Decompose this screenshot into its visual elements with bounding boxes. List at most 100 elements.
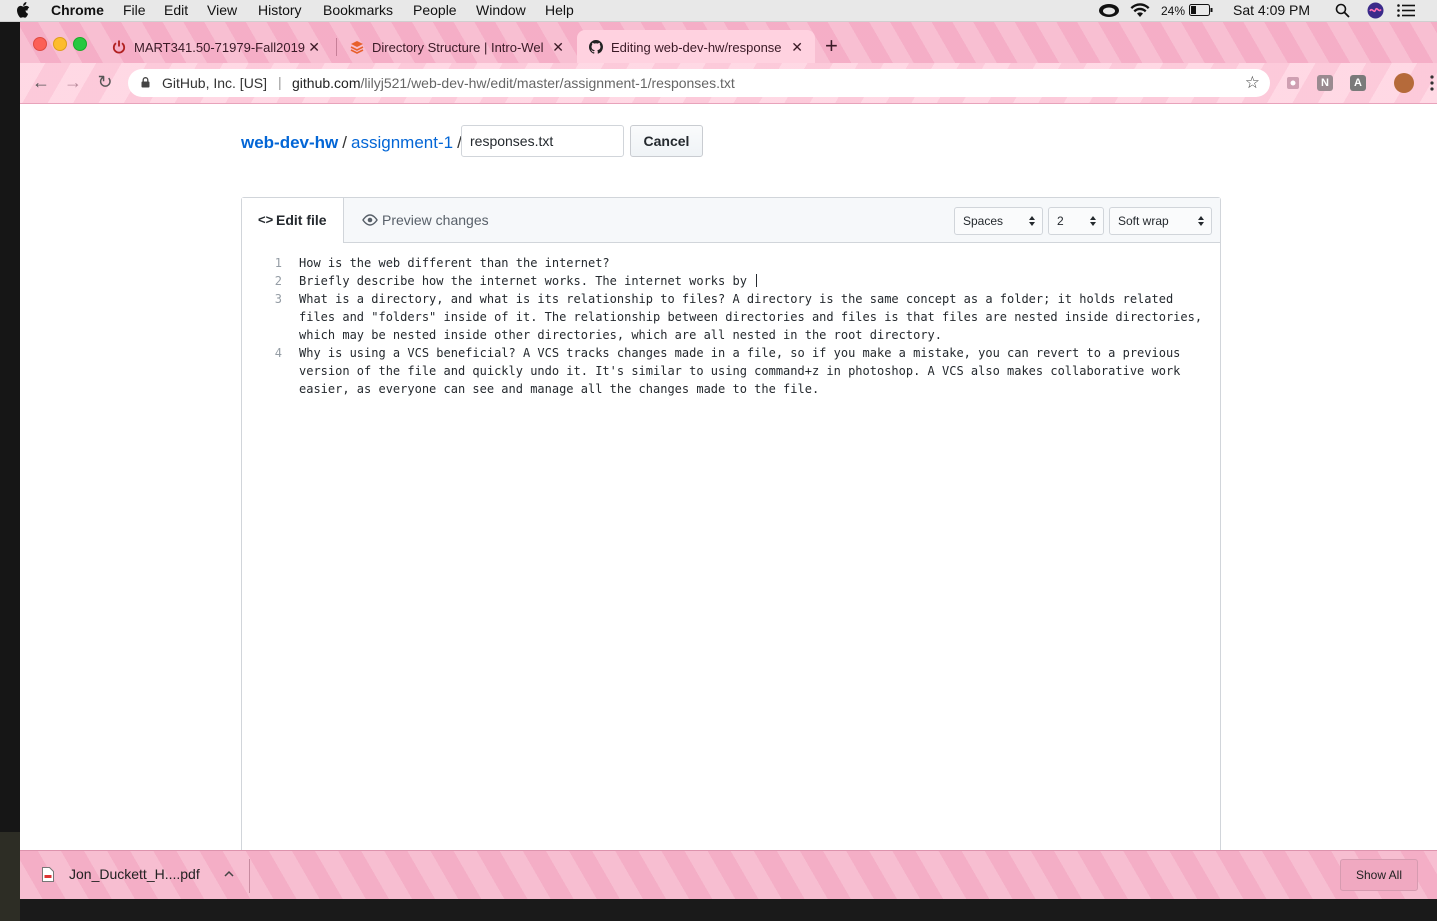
code-line: 2 Briefly describe how the internet works…	[242, 272, 1220, 290]
extension-puzzle-icon[interactable]	[1285, 75, 1301, 91]
minimize-window-button[interactable]	[53, 37, 67, 51]
forward-arrow-icon[interactable]: →	[62, 71, 84, 93]
menubar-clock[interactable]: Sat 4:09 PM	[1233, 1, 1310, 20]
line-number: 2	[274, 274, 282, 288]
line-number: 3	[274, 292, 282, 306]
desktop-wallpaper-strip	[0, 832, 20, 921]
bookmark-star-icon[interactable]: ☆	[1245, 73, 1260, 93]
select-arrows-icon	[1090, 216, 1096, 226]
extension-a-icon[interactable]: A	[1350, 75, 1366, 91]
filename-input[interactable]: responses.txt	[461, 125, 624, 157]
code-icon: <>	[258, 212, 274, 227]
line-text[interactable]: What is a directory, and what is its rel…	[299, 290, 1204, 344]
indent-size-value: 2	[1057, 214, 1064, 228]
creative-cloud-icon[interactable]	[1098, 3, 1120, 18]
code-line: 3 What is a directory, and what is its re…	[242, 290, 1220, 344]
tab-editing-responses[interactable]: Editing web-dev-hw/response ✕	[577, 30, 815, 63]
menu-people[interactable]: People	[413, 1, 457, 20]
wifi-icon[interactable]	[1130, 2, 1150, 18]
cancel-button[interactable]: Cancel	[630, 125, 703, 157]
text-caret	[756, 274, 758, 287]
profile-avatar[interactable]	[1394, 73, 1414, 93]
file-editor: <> Edit file Preview changes Spaces 2 So…	[241, 197, 1221, 877]
tab-title: Directory Structure | Intro-Wel	[372, 40, 544, 55]
pdf-file-icon	[42, 867, 54, 882]
new-tab-button[interactable]: +	[825, 35, 838, 57]
extension-n-icon[interactable]: N	[1317, 75, 1333, 91]
lock-icon[interactable]	[141, 77, 150, 88]
wrap-mode-value: Soft wrap	[1118, 214, 1169, 228]
chevron-up-icon[interactable]	[224, 870, 234, 877]
tab-close-icon[interactable]: ✕	[552, 39, 564, 56]
reload-icon[interactable]: ↻	[94, 71, 116, 93]
line-text-with-caret[interactable]: Briefly describe how the internet works.…	[299, 272, 1204, 290]
url-text[interactable]: github.com/lilyj521/web-dev-hw/edit/mast…	[292, 75, 735, 91]
menu-help[interactable]: Help	[545, 1, 574, 20]
spotlight-search-icon[interactable]	[1335, 3, 1350, 18]
stack-icon	[350, 41, 364, 54]
eye-icon	[362, 214, 378, 226]
code-line: 4 Why is using a VCS beneficial? A VCS tr…	[242, 344, 1220, 398]
select-arrows-icon	[1198, 216, 1204, 226]
siri-icon[interactable]	[1367, 2, 1384, 19]
wrap-mode-select[interactable]: Soft wrap	[1109, 207, 1212, 235]
menu-file[interactable]: File	[123, 1, 146, 20]
breadcrumb-slash: /	[342, 133, 348, 152]
tab-close-icon[interactable]: ✕	[791, 39, 803, 56]
tab-directory-structure[interactable]: Directory Structure | Intro-Wel ✕	[338, 30, 576, 63]
download-shelf: Jon_Duckett_H....pdf Show All	[20, 850, 1437, 899]
address-bar[interactable]: GitHub, Inc. [US] | github.com/lilyj521/…	[128, 69, 1270, 97]
code-line: 1 How is the web different than the inter…	[242, 254, 1220, 272]
menu-view[interactable]: View	[207, 1, 237, 20]
indent-mode-select[interactable]: Spaces	[954, 207, 1043, 235]
menu-bookmarks[interactable]: Bookmarks	[323, 1, 393, 20]
breadcrumb-dir-link[interactable]: assignment-1	[351, 133, 453, 152]
macos-menubar: Chrome File Edit View History Bookmarks …	[0, 0, 1437, 22]
apple-icon[interactable]	[16, 2, 30, 18]
indent-mode-value: Spaces	[963, 214, 1004, 228]
code-area[interactable]: 1 How is the web different than the inter…	[242, 254, 1220, 398]
battery-percent: 24%	[1161, 4, 1186, 18]
breadcrumb: web-dev-hw / assignment-1/	[241, 133, 466, 153]
line-number: 1	[274, 256, 282, 270]
tab-preview-changes[interactable]: Preview changes	[362, 198, 512, 242]
breadcrumb-repo-link[interactable]: web-dev-hw	[241, 133, 338, 152]
tab-strip: MART341.50-71979-Fall2019: ✕ Directory S…	[20, 22, 1437, 63]
github-icon	[589, 40, 603, 54]
shelf-divider	[249, 859, 250, 893]
menu-history[interactable]: History	[258, 1, 302, 20]
page-content: web-dev-hw / assignment-1/ responses.txt C…	[20, 104, 1437, 877]
tab-edit-file[interactable]: <> Edit file	[242, 198, 344, 243]
url-host: github.com	[292, 75, 361, 91]
line-text: Briefly describe how the internet works.…	[299, 274, 755, 288]
menu-app-name[interactable]: Chrome	[51, 1, 104, 20]
notification-center-icon[interactable]	[1397, 4, 1415, 17]
tab-close-icon[interactable]: ✕	[308, 39, 320, 56]
close-window-button[interactable]	[33, 37, 47, 51]
site-identity[interactable]: GitHub, Inc. [US]	[162, 75, 267, 91]
chrome-window: MART341.50-71979-Fall2019: ✕ Directory S…	[20, 22, 1437, 899]
show-all-downloads-button[interactable]: Show All	[1340, 859, 1418, 891]
tab-separator	[336, 38, 337, 56]
zoom-window-button[interactable]	[73, 37, 87, 51]
menu-window[interactable]: Window	[476, 1, 526, 20]
editor-header: <> Edit file Preview changes Spaces 2 So…	[242, 198, 1220, 243]
line-text[interactable]: Why is using a VCS beneficial? A VCS tra…	[299, 344, 1204, 398]
power-icon	[112, 40, 126, 54]
chrome-menu-icon[interactable]	[1430, 73, 1434, 93]
battery-icon[interactable]	[1189, 4, 1213, 16]
tab-mart341[interactable]: MART341.50-71979-Fall2019: ✕	[100, 30, 332, 63]
line-text[interactable]: How is the web different than the intern…	[299, 254, 1204, 272]
browser-toolbar: ← → ↻ GitHub, Inc. [US] | github.com/lil…	[20, 63, 1437, 104]
menu-edit[interactable]: Edit	[164, 1, 188, 20]
tab-title: MART341.50-71979-Fall2019:	[134, 40, 306, 55]
indent-size-select[interactable]: 2	[1048, 207, 1104, 235]
desktop-background	[0, 22, 20, 921]
tab-title: Editing web-dev-hw/response	[611, 40, 781, 55]
download-filename: Jon_Duckett_H....pdf	[69, 866, 200, 882]
back-arrow-icon[interactable]: ←	[30, 71, 52, 93]
omnibox-divider: |	[278, 74, 282, 90]
line-number: 4	[274, 346, 282, 360]
tab-preview-label: Preview changes	[382, 212, 489, 228]
select-arrows-icon	[1029, 216, 1035, 226]
